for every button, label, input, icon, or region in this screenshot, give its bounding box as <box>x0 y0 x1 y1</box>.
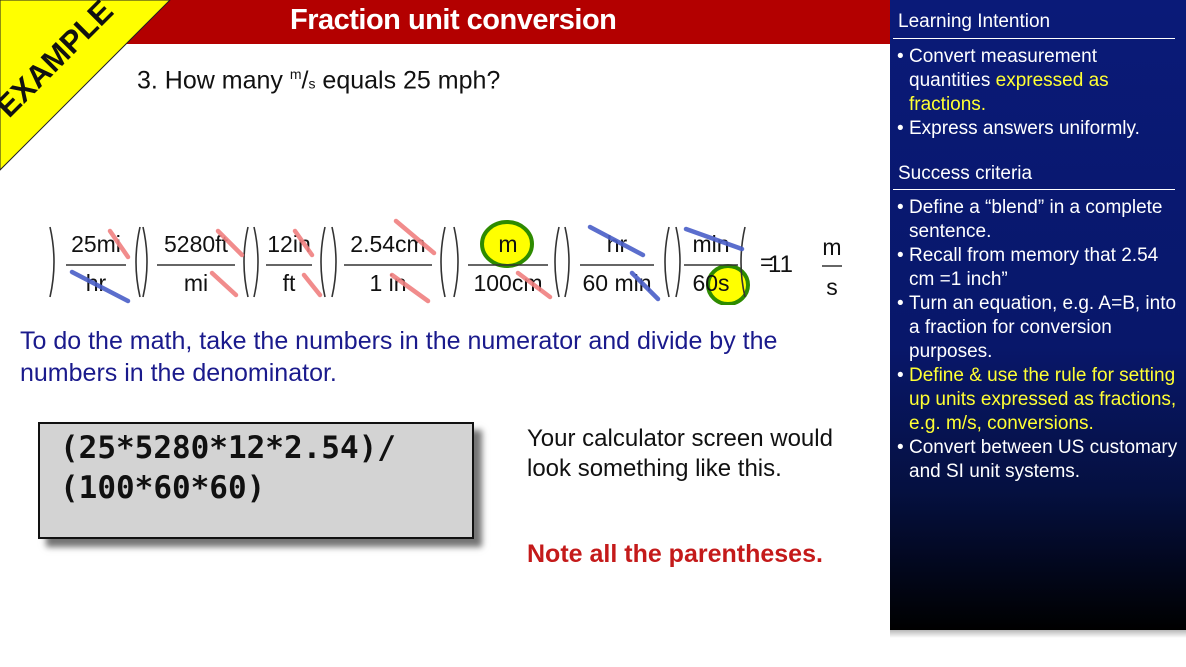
learning-intention-item: • Convert measurement quantities expresse… <box>897 46 1109 115</box>
calculator-note: Your calculator screen would look someth… <box>527 425 833 482</box>
slide-title: Fraction unit conversion <box>290 4 617 36</box>
instruction-text: To do the math, take the numbers in the … <box>20 327 778 387</box>
success-criteria-heading: Success criteria <box>898 163 1033 184</box>
result-unit-denominator: s <box>826 274 838 300</box>
fraction-denominator: 60s <box>692 270 729 296</box>
success-criteria-item: • Turn an equation, e.g. A=B, into a frac… <box>897 293 1177 362</box>
learning-intention-list: • Convert measurement quantities expresse… <box>897 45 1182 141</box>
success-criteria-item: • Define a “blend” in a complete sentence… <box>897 197 1163 242</box>
success-rule <box>893 189 1175 190</box>
parentheses-note: Note all the parentheses. <box>527 540 823 568</box>
panel-shadow <box>890 628 1186 638</box>
paren-right <box>554 226 560 298</box>
paren-right <box>243 226 249 298</box>
cancel-mark <box>301 272 323 298</box>
conversion-equation: 25mihr5280ftmi12inft2.54cm1 inm100cmhr60… <box>49 218 842 305</box>
paren-left <box>331 226 337 298</box>
paren-right <box>320 226 326 298</box>
paren-left <box>253 226 259 298</box>
calculator-screen: (25*5280*12*2.54)/ (100*60*60) <box>38 422 474 539</box>
success-criteria-list: • Define a “blend” in a complete sentence… <box>897 196 1182 484</box>
calculator-line-2: (100*60*60) <box>60 470 266 506</box>
learning-rule <box>893 38 1175 39</box>
success-criteria-item: • Convert between US customary and SI uni… <box>897 437 1178 482</box>
calculator-line-1: (25*5280*12*2.54)/ <box>60 430 396 466</box>
result-unit-numerator: m <box>822 234 841 260</box>
paren-left <box>675 226 681 298</box>
cancel-mark <box>209 270 239 298</box>
fraction-numerator: m <box>498 231 517 257</box>
paren-left <box>49 226 55 298</box>
paren-right <box>135 226 141 298</box>
paren-left <box>564 226 570 298</box>
result-value: 11 <box>768 251 793 278</box>
fraction-denominator: mi <box>184 270 208 296</box>
paren-left <box>453 226 459 298</box>
paren-right <box>664 226 670 298</box>
success-criteria-item: • Define & use the rule for setting up un… <box>897 365 1177 434</box>
learning-intention-heading: Learning Intention <box>898 11 1051 32</box>
fraction-denominator: ft <box>283 270 296 296</box>
paren-right <box>440 226 446 298</box>
learning-intention-item: • Express answers uniformly. <box>897 118 1140 139</box>
paren-left <box>142 226 148 298</box>
question-text: 3. How many m/s equals 25 mph? <box>137 66 501 95</box>
success-criteria-item: • Recall from memory that 2.54 cm =1 inch… <box>897 245 1159 290</box>
